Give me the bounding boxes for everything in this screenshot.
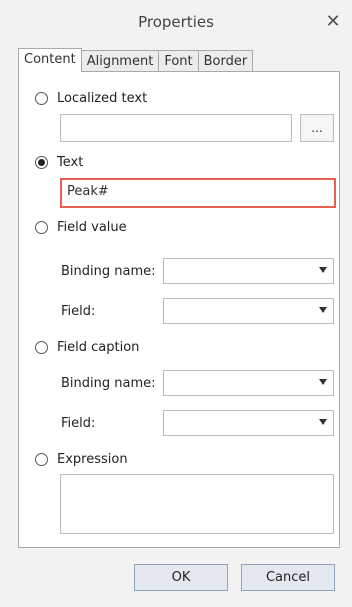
field-caption-label: Field caption xyxy=(57,339,140,355)
cancel-button[interactable]: Cancel xyxy=(241,564,335,591)
chevron-down-icon xyxy=(319,379,327,385)
chevron-down-icon xyxy=(319,267,327,273)
field-value-label: Field value xyxy=(57,219,127,235)
field-value-field-label: Field: xyxy=(61,304,96,319)
field-caption-binding-name-label: Binding name: xyxy=(61,376,156,391)
field-value-binding-name-select[interactable] xyxy=(163,258,334,284)
field-value-binding-name-label: Binding name: xyxy=(61,264,156,279)
field-caption-radio[interactable] xyxy=(35,340,48,354)
tab-content[interactable]: Content xyxy=(18,48,82,72)
tab-font[interactable]: Font xyxy=(158,50,199,72)
localized-text-radio[interactable] xyxy=(35,91,48,105)
field-value-field-select[interactable] xyxy=(163,298,334,324)
field-value-option[interactable]: Field value xyxy=(35,217,127,237)
dialog-title: Properties xyxy=(138,13,214,31)
tab-border[interactable]: Border xyxy=(197,50,254,72)
text-radio[interactable] xyxy=(35,155,48,169)
tab-bar: Content Alignment Font Border xyxy=(18,48,254,72)
field-caption-field-label: Field: xyxy=(61,416,96,431)
field-caption-binding-name-select[interactable] xyxy=(163,370,334,396)
close-icon[interactable]: ✕ xyxy=(322,11,344,33)
tab-alignment[interactable]: Alignment xyxy=(80,50,160,72)
chevron-down-icon xyxy=(319,419,327,425)
field-caption-option[interactable]: Field caption xyxy=(35,337,139,357)
localized-text-input[interactable] xyxy=(60,114,292,142)
content-panel: Localized text ... Text Peak# Field valu… xyxy=(18,71,340,548)
localized-text-browse-button[interactable]: ... xyxy=(300,114,334,142)
text-option[interactable]: Text xyxy=(35,152,83,172)
expression-label: Expression xyxy=(57,451,128,467)
field-value-radio[interactable] xyxy=(35,220,48,234)
field-caption-field-select[interactable] xyxy=(163,410,334,436)
text-input[interactable]: Peak# xyxy=(60,178,336,208)
localized-text-label: Localized text xyxy=(57,90,148,106)
expression-option[interactable]: Expression xyxy=(35,449,128,469)
expression-textarea[interactable] xyxy=(60,474,334,534)
text-label: Text xyxy=(57,154,84,170)
properties-dialog: Properties ✕ Content Alignment Font Bord… xyxy=(0,0,352,607)
ok-button[interactable]: OK xyxy=(134,564,228,591)
expression-radio[interactable] xyxy=(35,452,48,466)
chevron-down-icon xyxy=(319,307,327,313)
localized-text-option[interactable]: Localized text xyxy=(35,88,147,108)
title-bar: Properties ✕ xyxy=(0,0,352,46)
